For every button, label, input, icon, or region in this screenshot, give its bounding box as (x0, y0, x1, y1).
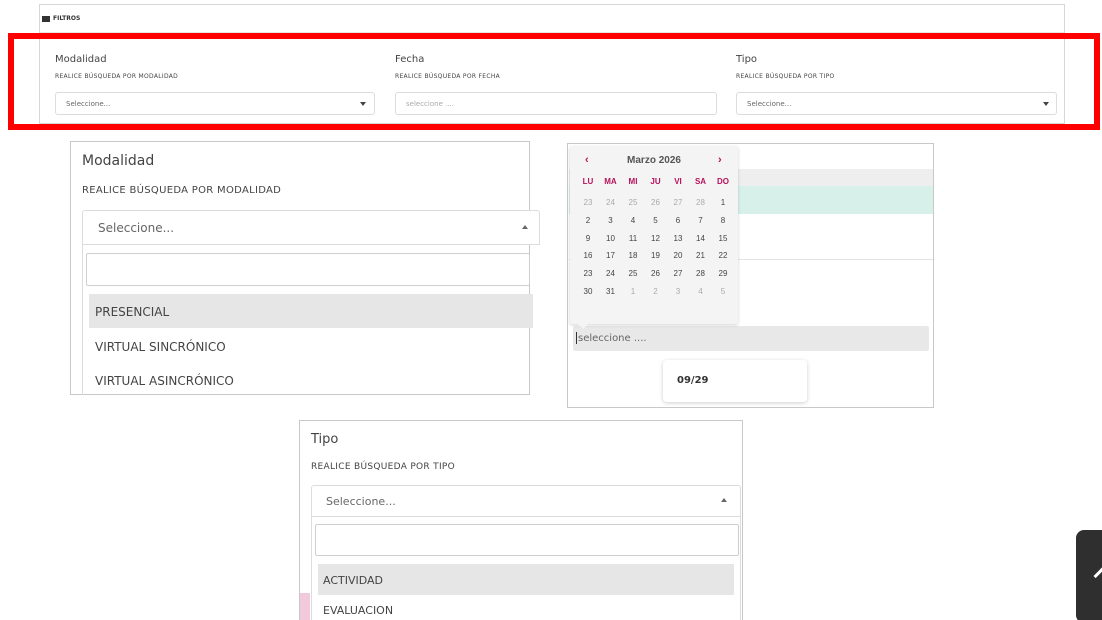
calendar-day[interactable]: 15 (712, 234, 734, 243)
calendar-day[interactable]: 26 (645, 269, 667, 278)
calendar-day[interactable]: 26 (645, 198, 667, 207)
modalidad-dropdown-value: Seleccione... (98, 221, 175, 235)
tipo-dropdown-value: Seleccione... (326, 495, 396, 508)
pink-edge (300, 593, 310, 620)
calendar-day[interactable]: 25 (622, 198, 644, 207)
weekday-label: DO (717, 177, 729, 186)
calendar-day[interactable]: 13 (667, 234, 689, 243)
calendar-day[interactable]: 3 (667, 287, 689, 296)
calendar-day[interactable]: 24 (600, 198, 622, 207)
option-label: EVALUACION (323, 604, 394, 617)
calendar-month: Marzo 2026 (627, 155, 681, 166)
highlight-box (8, 33, 1100, 130)
list-item[interactable]: ACTIVIDAD (318, 564, 734, 595)
calendar-day[interactable]: 14 (690, 234, 712, 243)
calendar-day[interactable]: 18 (622, 251, 644, 260)
next-month-icon[interactable]: › (718, 154, 722, 166)
calendar-day[interactable]: 6 (667, 216, 689, 225)
list-icon (42, 15, 50, 22)
calendar-day[interactable]: 27 (667, 269, 689, 278)
modalidad-dropdown-caption: REALICE BÚSQUEDA POR MODALIDAD (82, 185, 282, 196)
chevron-up-icon (721, 498, 727, 502)
calendar-day[interactable]: 5 (645, 216, 667, 225)
calendar-day[interactable]: 11 (622, 234, 644, 243)
calendar-day[interactable]: 31 (600, 287, 622, 296)
tipo-search-input[interactable] (315, 524, 739, 556)
option-label: VIRTUAL SINCRÓNICO (95, 340, 226, 354)
calendar-day[interactable]: 28 (690, 198, 712, 207)
calendar-day[interactable]: 1 (712, 198, 734, 207)
calendar-day[interactable]: 21 (690, 251, 712, 260)
calendar-day[interactable]: 10 (600, 234, 622, 243)
filters-header: FILTROS (42, 15, 80, 22)
weekday-label: MA (604, 177, 617, 186)
calendar-day[interactable]: 7 (690, 216, 712, 225)
weekday-label: LU (582, 177, 594, 186)
list-item[interactable]: VIRTUAL ASINCRÓNICO (89, 363, 533, 395)
weekday-label: JU (650, 177, 661, 186)
scroll-top-button[interactable] (1076, 530, 1102, 620)
calendar-day[interactable]: 3 (600, 216, 622, 225)
calendar-day[interactable]: 22 (712, 251, 734, 260)
tipo-dropdown-panel: Tipo REALICE BÚSQUEDA POR TIPO Seleccion… (299, 420, 743, 620)
calendar-day[interactable]: 2 (645, 287, 667, 296)
calendar-day[interactable]: 9 (577, 234, 599, 243)
filters-header-label: FILTROS (53, 15, 81, 22)
modalidad-dropdown-list: PRESENCIAL VIRTUAL SINCRÓNICO VIRTUAL AS… (82, 245, 533, 395)
option-label: VIRTUAL ASINCRÓNICO (95, 374, 234, 388)
calendar-pointer (578, 324, 588, 329)
list-item[interactable]: EVALUACION (318, 597, 734, 620)
fecha-picker-placeholder: seleccione .... (578, 333, 647, 344)
tipo-dropdown-list: ACTIVIDAD EVALUACION (311, 517, 741, 620)
calendar-day[interactable]: 12 (645, 234, 667, 243)
calendar-day[interactable]: 4 (690, 287, 712, 296)
fecha-picker-input[interactable]: seleccione .... (573, 326, 929, 351)
option-label: ACTIVIDAD (323, 574, 384, 587)
calendar-popup: ‹ Marzo 2026 › LU MA MI JU VI SA DO 23 24 25 26 27 2… (570, 146, 738, 324)
tipo-dropdown-caption: REALICE BÚSQUEDA POR TIPO (311, 462, 456, 472)
weekday-label: MI (628, 177, 638, 186)
list-item[interactable]: PRESENCIAL (89, 294, 533, 328)
calendar-day[interactable]: 20 (667, 251, 689, 260)
weekday-label: SA (694, 177, 707, 186)
calendar-day[interactable]: 27 (667, 198, 689, 207)
chevron-up-icon (522, 225, 528, 229)
calendar-day[interactable]: 8 (712, 216, 734, 225)
calendar-day[interactable]: 24 (600, 269, 622, 278)
calendar-day[interactable]: 5 (712, 287, 734, 296)
option-label: PRESENCIAL (95, 305, 170, 319)
calendar-day[interactable]: 25 (622, 269, 644, 278)
calendar-day[interactable]: 16 (577, 251, 599, 260)
calendar-day[interactable]: 2 (577, 216, 599, 225)
modalidad-dropdown-select[interactable]: Seleccione... (82, 210, 540, 245)
chevron-up-icon (1093, 567, 1102, 585)
calendar-day[interactable]: 4 (622, 216, 644, 225)
calendar-day[interactable]: 17 (600, 251, 622, 260)
weekday-label: VI (674, 177, 682, 186)
text-cursor (576, 332, 577, 344)
calendar-day[interactable]: 19 (645, 251, 667, 260)
modalidad-dropdown-panel: Modalidad REALICE BÚSQUEDA POR MODALIDAD… (70, 141, 540, 395)
tipo-dropdown-select[interactable]: Seleccione... (311, 485, 741, 517)
date-tooltip: 09/29 (663, 360, 807, 402)
list-item[interactable]: VIRTUAL SINCRÓNICO (89, 329, 533, 363)
tipo-dropdown-label: Tipo (311, 432, 339, 447)
calendar-day[interactable]: 28 (690, 269, 712, 278)
modalidad-dropdown-label: Modalidad (82, 153, 155, 169)
calendar-day[interactable]: 23 (577, 198, 599, 207)
modalidad-search-input[interactable] (86, 253, 530, 286)
calendar-day[interactable]: 23 (577, 269, 599, 278)
calendar-day[interactable]: 29 (712, 269, 734, 278)
calendar-day[interactable]: 1 (622, 287, 644, 296)
calendar-day[interactable]: 30 (577, 287, 599, 296)
date-tooltip-text: 09/29 (677, 375, 709, 386)
